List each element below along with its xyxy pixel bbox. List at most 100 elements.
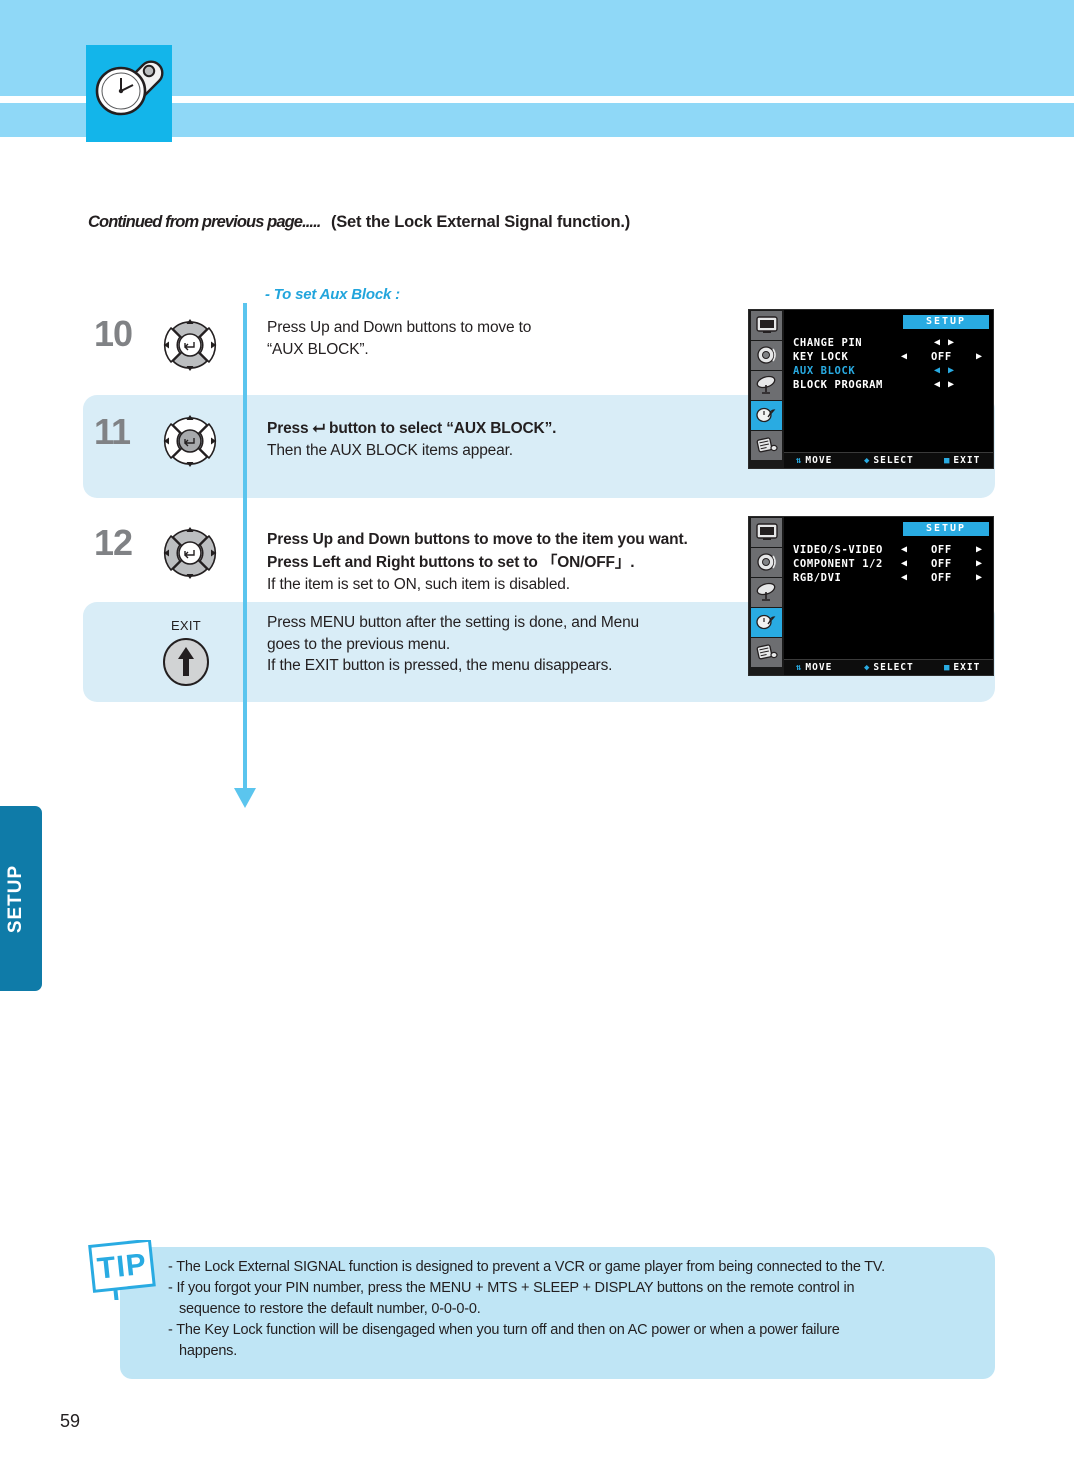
picture-icon[interactable]	[751, 517, 782, 547]
nav-wheel-enter-icon[interactable]	[145, 401, 235, 486]
osd-footer-label: EXIT	[953, 455, 981, 466]
sound-icon[interactable]	[751, 547, 782, 577]
osd-item-value: OFF	[931, 544, 952, 556]
osd-footer: ⇅ MOVE ◆ SELECT ■ EXIT	[784, 452, 993, 468]
tip-line: - The Key Lock function will be disengag…	[168, 1322, 840, 1338]
step-line: If the EXIT button is pressed, the menu …	[267, 657, 613, 674]
right-arrow-icon[interactable]: ▶	[976, 557, 983, 571]
osd-screen-setup-main: SETUP CHANGE PIN ◀ ▶ KEY LOCK ◀ OFF ▶ AU…	[748, 309, 994, 469]
osd-item[interactable]: KEY LOCK ◀ OFF ▶	[793, 350, 987, 364]
osd-item-selected[interactable]: AUX BLOCK ◀ ▶	[793, 364, 987, 378]
osd-item-label: COMPONENT 1/2	[793, 558, 883, 570]
menu-icon: ■	[944, 663, 951, 673]
step-number-11: 11	[94, 411, 131, 452]
setup-icon[interactable]	[751, 607, 782, 637]
osd-item-label: KEY LOCK	[793, 351, 849, 363]
osd-item[interactable]: VIDEO/S-VIDEO ◀ OFF ▶	[793, 543, 987, 557]
tip-line: sequence to restore the default number, …	[179, 1301, 481, 1317]
osd-item-label: RGB/DVI	[793, 572, 842, 584]
osd-footer-label: MOVE	[805, 455, 833, 466]
title-main-text: (Set the Lock External Signal function.)	[330, 213, 631, 231]
leftright-icon: ◆	[864, 456, 871, 466]
tip-line: - The Lock External SIGNAL function is d…	[168, 1259, 885, 1275]
osd-title: SETUP	[903, 522, 989, 536]
leftright-icon: ◆	[864, 663, 871, 673]
step-line: Then the AUX BLOCK items appear.	[267, 442, 513, 459]
side-tab-setup: SETUP	[0, 806, 42, 991]
osd-footer-move: ⇅ MOVE	[796, 662, 832, 673]
step-line: goes to the previous menu.	[267, 635, 451, 653]
step-number-12: 12	[94, 522, 133, 563]
osd-footer-label: SELECT	[873, 455, 914, 466]
step-line: Press Up and Down buttons to move to	[267, 319, 532, 336]
step-line: Press Left and Right buttons to set to 「…	[267, 554, 635, 571]
section-subtitle: - To set Aux Block :	[265, 286, 400, 303]
step-number-10: 10	[94, 313, 133, 354]
left-arrow-icon[interactable]: ◀	[934, 336, 941, 350]
osd-item-label: AUX BLOCK	[793, 365, 856, 377]
right-arrow-icon[interactable]: ▶	[976, 543, 983, 557]
osd-footer-move: ⇅ MOVE	[796, 455, 832, 466]
right-arrow-icon[interactable]: ▶	[948, 378, 955, 392]
osd-item[interactable]: BLOCK PROGRAM ◀ ▶	[793, 378, 987, 392]
right-arrow-icon[interactable]: ▶	[948, 336, 955, 350]
osd-item-value: OFF	[931, 351, 952, 363]
osd-item-label: CHANGE PIN	[793, 337, 863, 349]
osd-item[interactable]: RGB/DVI ◀ OFF ▶	[793, 571, 987, 585]
osd-sidebar	[749, 517, 784, 675]
osd-item-list: VIDEO/S-VIDEO ◀ OFF ▶ COMPONENT 1/2 ◀ OF…	[793, 543, 987, 585]
side-tab-label: SETUP	[5, 864, 26, 933]
osd-item[interactable]: COMPONENT 1/2 ◀ OFF ▶	[793, 557, 987, 571]
nav-wheel-all-icon[interactable]	[145, 513, 235, 598]
osd-footer: ⇅ MOVE ◆ SELECT ■ EXIT	[784, 659, 993, 675]
osd-footer-label: EXIT	[953, 662, 981, 673]
step-line: If the item is set to ON, such item is d…	[267, 576, 570, 593]
left-arrow-icon[interactable]: ◀	[934, 364, 941, 378]
right-arrow-icon[interactable]: ▶	[948, 364, 955, 378]
left-arrow-icon[interactable]: ◀	[934, 378, 941, 392]
osd-footer-select: ◆ SELECT	[864, 455, 914, 466]
special-icon[interactable]	[751, 430, 782, 460]
sound-icon[interactable]	[751, 340, 782, 370]
left-arrow-icon[interactable]: ◀	[901, 571, 908, 585]
exit-button-label: EXIT	[170, 618, 202, 633]
osd-item[interactable]: CHANGE PIN ◀ ▶	[793, 336, 987, 350]
exit-button[interactable]: EXIT	[155, 618, 217, 694]
tip-line: happens.	[179, 1343, 238, 1359]
right-arrow-icon[interactable]: ▶	[976, 350, 983, 364]
step-text-11: Press ⮠ button to select “AUX BLOCK”. Th…	[267, 417, 556, 462]
picture-icon[interactable]	[751, 310, 782, 340]
tip-line: - If you forgot your PIN number, press t…	[168, 1280, 855, 1296]
osd-item-value: OFF	[931, 558, 952, 570]
step-line: Press Up and Down buttons to move to the…	[267, 531, 688, 548]
osd-footer-label: SELECT	[873, 662, 914, 673]
title-continued-text: Continued from previous page.....	[88, 213, 321, 231]
step-line: Press ⮠ button to select “AUX BLOCK”.	[267, 420, 557, 437]
up-arrow-icon	[163, 638, 209, 686]
left-arrow-icon[interactable]: ◀	[901, 350, 908, 364]
page-title: Continued from previous page..... (Set t…	[88, 213, 988, 241]
osd-title: SETUP	[903, 315, 989, 329]
left-arrow-icon[interactable]: ◀	[901, 557, 908, 571]
updown-icon: ⇅	[796, 663, 803, 673]
nav-wheel-updown-icon[interactable]	[145, 305, 235, 390]
osd-item-label: BLOCK PROGRAM	[793, 379, 883, 391]
tip-text-list: - The Lock External SIGNAL function is d…	[168, 1257, 988, 1362]
page-number: 59	[60, 1411, 81, 1431]
antenna-icon[interactable]	[751, 577, 782, 607]
osd-footer-select: ◆ SELECT	[864, 662, 914, 673]
special-icon[interactable]	[751, 637, 782, 667]
setup-icon[interactable]	[751, 400, 782, 430]
step-text-10: Press Up and Down buttons to move to “AU…	[267, 317, 531, 360]
osd-item-list: CHANGE PIN ◀ ▶ KEY LOCK ◀ OFF ▶ AUX BLOC…	[793, 336, 987, 392]
antenna-icon[interactable]	[751, 370, 782, 400]
osd-footer-label: MOVE	[805, 662, 833, 673]
osd-screen-aux-block: SETUP VIDEO/S-VIDEO ◀ OFF ▶ COMPONENT 1/…	[748, 516, 994, 676]
right-arrow-icon[interactable]: ▶	[976, 571, 983, 585]
osd-item-value: OFF	[931, 572, 952, 584]
svg-text:TIP: TIP	[96, 1248, 149, 1286]
tip-badge: TIP	[86, 1238, 164, 1302]
left-arrow-icon[interactable]: ◀	[901, 543, 908, 557]
clock-wrench-icon	[86, 45, 172, 142]
osd-footer-exit: ■ EXIT	[944, 662, 980, 673]
